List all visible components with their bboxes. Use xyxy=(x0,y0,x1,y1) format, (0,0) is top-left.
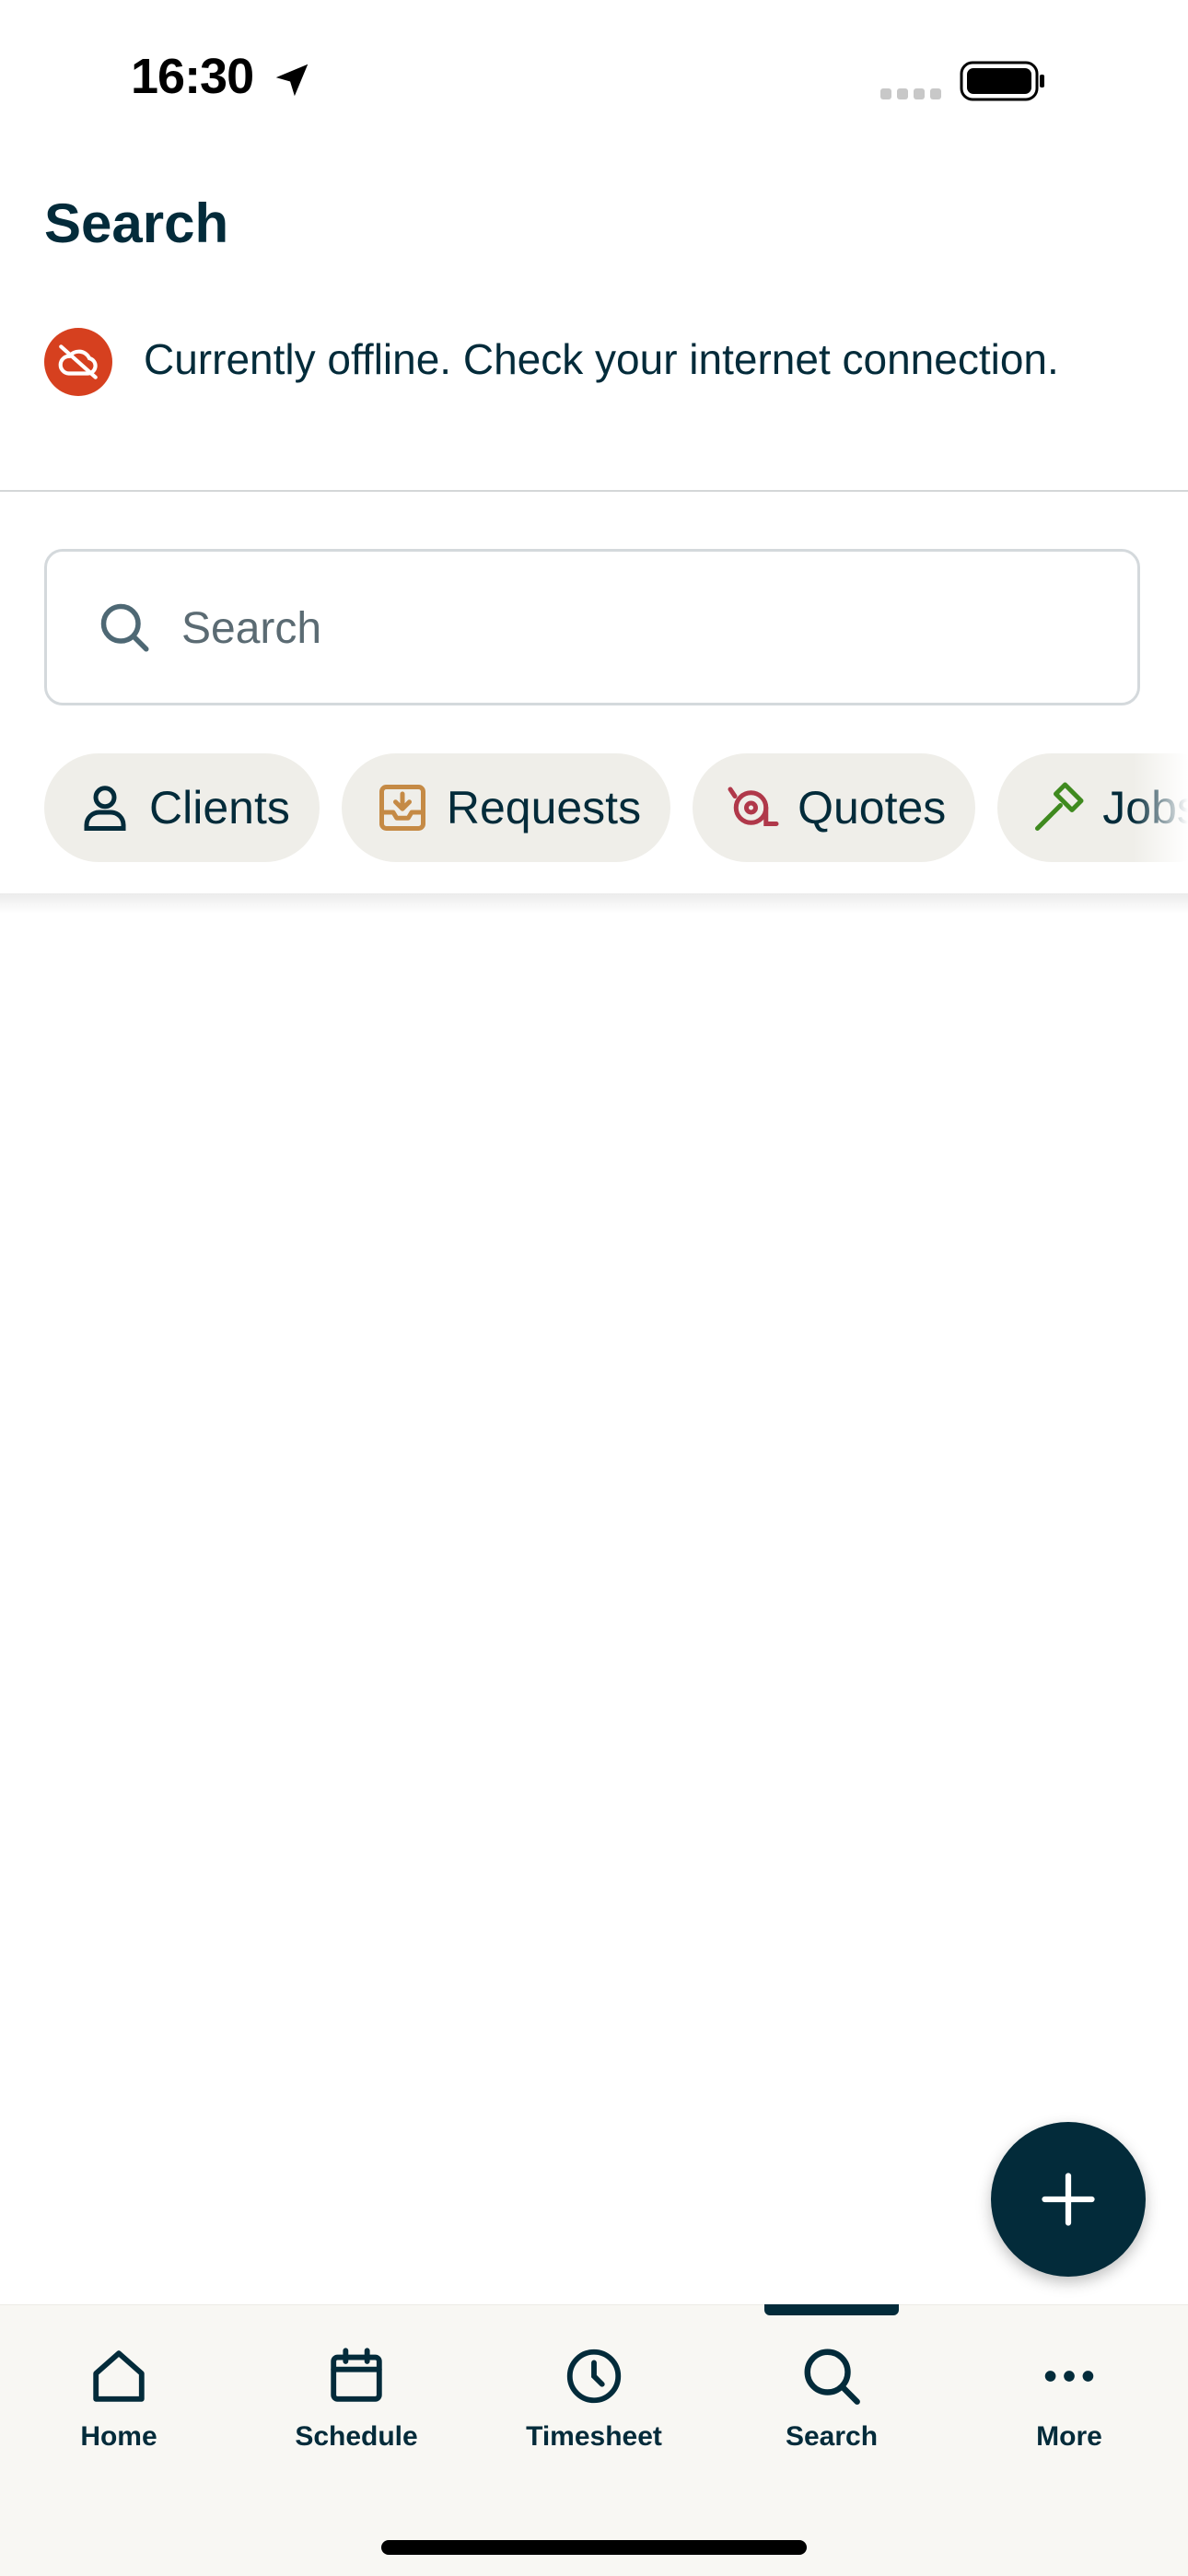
search-icon xyxy=(804,2349,860,2405)
tab-timesheet[interactable]: Timesheet xyxy=(475,2305,713,2489)
tab-schedule[interactable]: Schedule xyxy=(238,2305,475,2489)
tab-home-label: Home xyxy=(80,2421,157,2452)
offline-message: Currently offline. Check your internet c… xyxy=(144,335,1059,383)
quote-icon xyxy=(728,787,779,826)
chips-scroll-fade xyxy=(1133,753,1188,882)
search-box[interactable] xyxy=(44,549,1140,705)
inbox-download-icon xyxy=(379,785,425,831)
status-bar: 16:30 xyxy=(0,0,1188,157)
tab-more[interactable]: More xyxy=(950,2305,1188,2489)
chip-quotes[interactable]: Quotes xyxy=(693,753,976,862)
chip-requests[interactable]: Requests xyxy=(341,753,671,862)
home-icon xyxy=(93,2350,145,2402)
chip-clients[interactable]: Clients xyxy=(44,753,320,862)
header-shadow xyxy=(0,893,1188,914)
calendar-icon xyxy=(331,2348,382,2402)
more-icon xyxy=(1044,2371,1094,2382)
tab-schedule-label: Schedule xyxy=(295,2421,418,2452)
create-fab-button[interactable] xyxy=(991,2122,1146,2277)
status-time: 16:30 xyxy=(131,49,254,104)
chip-clients-label: Clients xyxy=(149,782,290,833)
tab-more-label: More xyxy=(1036,2421,1102,2452)
filter-chips: Clients Requests Quotes Jobs xyxy=(0,753,1188,895)
signal-icon xyxy=(880,88,941,99)
tab-search[interactable]: Search xyxy=(713,2305,950,2489)
offline-banner: Currently offline. Check your internet c… xyxy=(44,328,1149,448)
home-indicator xyxy=(381,2540,807,2555)
tab-search-label: Search xyxy=(785,2421,879,2452)
plus-icon xyxy=(1042,2173,1095,2226)
tab-bar: Home Schedule Timesheet Search More xyxy=(0,2304,1188,2576)
clock-icon xyxy=(566,2349,622,2404)
page-title: Search xyxy=(44,192,229,254)
divider xyxy=(0,490,1188,492)
tab-home[interactable]: Home xyxy=(0,2305,238,2489)
battery-icon xyxy=(960,61,1044,101)
chip-quotes-label: Quotes xyxy=(798,782,947,833)
search-input[interactable] xyxy=(180,589,1086,668)
active-tab-indicator xyxy=(764,2304,899,2315)
chip-requests-label: Requests xyxy=(446,782,642,833)
search-icon xyxy=(100,603,149,652)
cloud-offline-icon xyxy=(44,328,112,396)
person-icon xyxy=(84,786,126,831)
hammer-icon xyxy=(1035,782,1084,831)
location-arrow-icon xyxy=(275,64,309,97)
tab-timesheet-label: Timesheet xyxy=(526,2421,662,2452)
